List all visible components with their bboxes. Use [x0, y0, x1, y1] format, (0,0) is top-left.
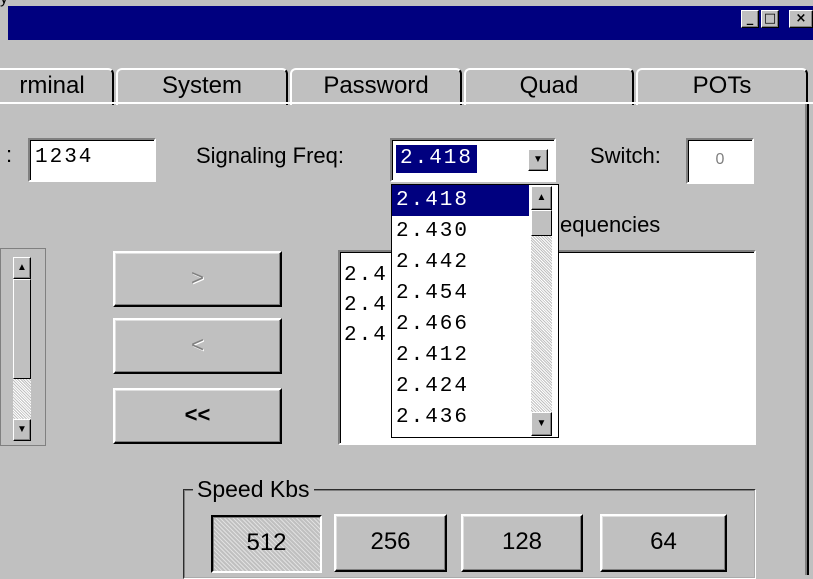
tab-panel-right-edge	[807, 104, 809, 575]
speed-128-button[interactable]: 128	[461, 514, 583, 572]
dropdown-scroll-thumb[interactable]	[531, 210, 552, 236]
speed-groupbox-legend: Speed Kbs	[193, 476, 314, 503]
speed-64-button[interactable]: 64	[600, 514, 727, 572]
dropdown-scroll-up-button[interactable]: ▲	[531, 186, 552, 210]
dropdown-option[interactable]: 2.466	[392, 309, 529, 340]
window-title-fragment: y	[0, 0, 8, 7]
signaling-freq-combobox[interactable]: 2.418 ▼	[390, 138, 556, 182]
tab-label: POTs	[692, 72, 752, 99]
dropdown-option[interactable]: 2.436	[392, 402, 529, 433]
speed-256-button[interactable]: 256	[334, 514, 447, 572]
tab-label: Password	[323, 72, 429, 99]
chevron-up-icon: ▲	[17, 262, 27, 273]
chevron-down-icon: ▼	[17, 424, 27, 435]
tab-terminal[interactable]: rminal	[0, 68, 114, 105]
dropdown-option[interactable]: 2.418	[392, 185, 529, 216]
frequencies-label: equencies	[560, 212, 661, 237]
left-listbox-fragment[interactable]: ▲ ▼	[0, 248, 46, 446]
list-item[interactable]: 2.4	[344, 260, 388, 291]
dropdown-option[interactable]: 2.454	[392, 278, 529, 309]
tab-label: Quad	[519, 72, 579, 99]
list-item[interactable]: 2.4	[344, 290, 388, 321]
remove-all-button[interactable]: <<	[113, 388, 282, 444]
remove-frequency-button[interactable]: <	[113, 318, 282, 374]
maximize-button[interactable]: □	[761, 10, 779, 28]
left-field-label: :	[6, 142, 13, 167]
dropdown-option[interactable]: 2.430	[392, 216, 529, 247]
scroll-up-button[interactable]: ▲	[13, 257, 31, 279]
signaling-freq-value: 2.418	[396, 145, 478, 173]
close-button[interactable]: ×	[789, 10, 813, 28]
tab-system[interactable]: System	[116, 68, 288, 105]
tab-password[interactable]: Password	[290, 68, 462, 105]
dropdown-option[interactable]: 2.424	[392, 371, 529, 402]
switch-input[interactable]: 0	[686, 138, 754, 184]
scroll-track[interactable]	[13, 379, 31, 419]
tab-quad[interactable]: Quad	[464, 68, 634, 105]
scroll-down-button[interactable]: ▼	[13, 419, 31, 441]
tab-pots[interactable]: POTs	[636, 68, 808, 105]
chevron-up-icon: ▲	[536, 192, 547, 203]
chevron-down-icon: ▼	[533, 154, 543, 165]
left-field-input[interactable]: 1234	[28, 138, 156, 182]
title-bar[interactable]	[8, 6, 813, 40]
close-icon: ×	[795, 11, 807, 26]
add-frequency-button[interactable]: >	[113, 251, 282, 307]
minimize-icon: _	[746, 11, 754, 26]
maximize-icon: □	[763, 11, 777, 26]
tab-strip: rminal System Password Quad POTs	[0, 62, 813, 105]
dropdown-option[interactable]: 2.412	[392, 340, 529, 371]
switch-label: Switch:	[590, 143, 661, 168]
tab-label: System	[161, 72, 242, 99]
dropdown-scroll-down-button[interactable]: ▼	[531, 412, 552, 436]
tab-panel-top-edge	[0, 102, 813, 104]
signaling-freq-dropdown-list[interactable]: 2.418 2.430 2.442 2.454 2.466 2.412 2.42…	[391, 184, 559, 438]
list-item[interactable]: 2.4	[344, 320, 388, 351]
minimize-button[interactable]: _	[741, 10, 759, 28]
combobox-dropdown-button[interactable]: ▼	[528, 149, 548, 171]
dropdown-option[interactable]: 2.442	[392, 247, 529, 278]
tab-label: rminal	[19, 72, 85, 99]
dropdown-scroll-track[interactable]	[531, 236, 552, 412]
scroll-thumb[interactable]	[13, 279, 31, 379]
signaling-freq-label: Signaling Freq:	[196, 143, 344, 168]
speed-512-button[interactable]: 512	[211, 515, 322, 573]
chevron-down-icon: ▼	[536, 418, 547, 429]
